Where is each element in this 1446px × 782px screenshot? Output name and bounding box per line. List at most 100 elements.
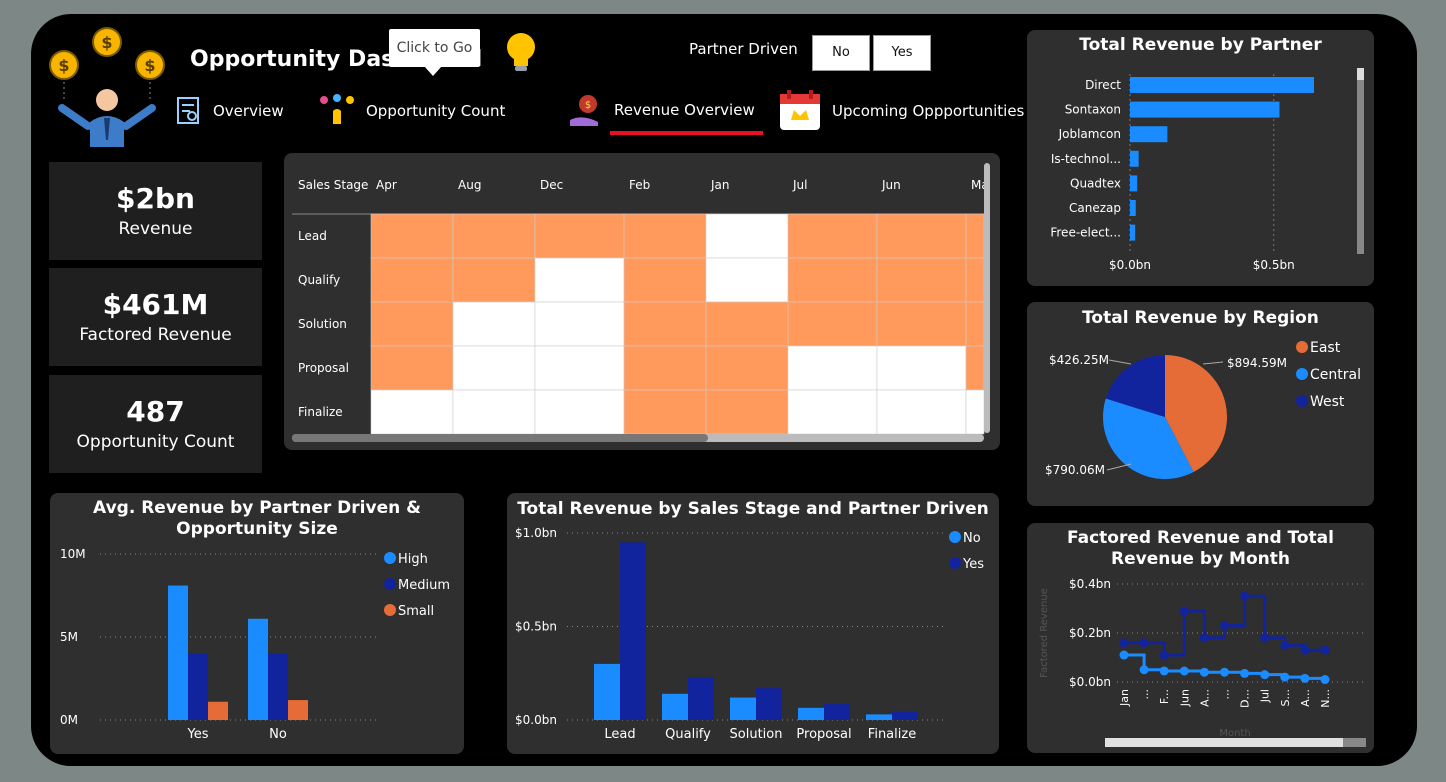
region-leader-line — [1108, 359, 1132, 365]
partner-category-label: Joblamcon — [1058, 127, 1121, 141]
matrix-cell — [705, 301, 789, 347]
monthly-chart: $0.0bn $0.2bn $0.4bn Jan... F... Jun A...... D.… — [1039, 577, 1366, 747]
nav-overview[interactable]: Overview — [175, 96, 284, 126]
partner-driven-label: Partner Driven — [689, 40, 798, 58]
nav-revenue-overview[interactable]: $ Revenue Overview — [568, 92, 755, 128]
matrix-cell — [534, 345, 625, 391]
nav-upcoming-label: Upcoming Oppportunities — [832, 102, 1025, 120]
stage-category-label: Solution — [730, 727, 783, 742]
month-y-tick: $0.2bn — [1069, 626, 1111, 640]
month-data-point — [1240, 591, 1250, 601]
tooltip-arrow — [424, 66, 442, 76]
svg-text:$: $ — [58, 56, 69, 75]
nav-upcoming[interactable]: Upcoming Oppportunities — [778, 90, 1024, 132]
tooltip: Click to Go — [389, 29, 480, 67]
stage-bar — [892, 711, 918, 720]
lightbulb-icon[interactable] — [503, 30, 539, 74]
partner-bar — [1130, 175, 1138, 192]
month-data-point — [1320, 675, 1330, 685]
avg-legend-marker — [384, 604, 396, 616]
matrix-cell — [452, 301, 536, 347]
month-data-point — [1320, 645, 1330, 655]
month-y-tick: $0.4bn — [1069, 577, 1111, 591]
region-revenue-card: Total Revenue by Region $894.59M $790.06M… — [1027, 302, 1374, 506]
stage-category-label: Lead — [604, 727, 635, 742]
month-data-point — [1179, 666, 1189, 676]
nav-opportunity-count-label: Opportunity Count — [366, 102, 506, 120]
matrix-cell — [534, 389, 625, 435]
month-data-point — [1139, 638, 1149, 648]
matrix-cell — [370, 301, 454, 347]
month-data-point — [1280, 640, 1290, 650]
matrix-cell — [787, 389, 878, 435]
matrix-cell — [965, 213, 985, 259]
month-data-point — [1240, 668, 1250, 678]
nav-revenue-overview-label: Revenue Overview — [614, 101, 755, 119]
month-x-tick: Jun — [1178, 689, 1191, 707]
matrix-cell — [965, 257, 985, 303]
month-x-tick: S... — [1279, 689, 1292, 706]
month-data-point — [1280, 672, 1290, 682]
region-value-label: $894.59M — [1227, 356, 1287, 370]
matrix-cell — [705, 213, 789, 259]
month-data-point — [1159, 666, 1169, 676]
avg-category-label: Yes — [187, 727, 209, 742]
matrix-column-header: Jul — [792, 178, 807, 192]
matrix-cell — [452, 257, 536, 303]
matrix-cell — [787, 213, 878, 259]
region-leader-line — [1202, 361, 1224, 365]
matrix-cell — [965, 301, 985, 347]
avg-bar — [208, 701, 228, 720]
partner-scrollbar-thumb — [1357, 68, 1364, 80]
matrix-cell — [705, 345, 789, 391]
stage-bar — [866, 714, 892, 720]
stage-legend-label: Yes — [962, 557, 984, 572]
matrix-cell — [452, 213, 536, 259]
kpi-revenue: $2bn Revenue — [49, 162, 262, 260]
region-value-label: $426.25M — [1049, 353, 1109, 367]
month-y-tick: $0.0bn — [1069, 675, 1111, 689]
nav-opportunity-count[interactable]: Opportunity Count — [318, 94, 505, 128]
calendar-icon — [780, 90, 820, 130]
month-data-point — [1199, 667, 1209, 677]
matrix-cell — [876, 213, 967, 259]
month-x-tick: F... — [1158, 689, 1171, 704]
filter-yes-button[interactable]: Yes — [873, 35, 931, 71]
matrix-row-label: Proposal — [298, 361, 349, 375]
matrix-cell — [623, 389, 707, 435]
matrix-column-header: Feb — [629, 178, 650, 192]
matrix-row-label: Solution — [298, 317, 347, 331]
region-legend-marker — [1296, 341, 1308, 353]
region-chart: $894.59M $790.06M $426.25M East Central West — [1045, 340, 1361, 479]
month-data-point — [1220, 667, 1229, 677]
avg-y-tick: 10M — [60, 547, 86, 561]
partner-revenue-card: Total Revenue by Partner Direct Sontaxon J… — [1027, 30, 1374, 286]
partner-bar — [1130, 150, 1139, 167]
matrix-column-header: Jan — [710, 178, 730, 192]
matrix-cell — [965, 389, 985, 435]
partner-chart: Direct Sontaxon Joblamcon Is-technol... Quad… — [1050, 68, 1364, 272]
partner-bar — [1130, 126, 1168, 143]
logo-icon: $ $ $ — [49, 27, 165, 147]
avg-revenue-card: Avg. Revenue by Partner Driven & Opportu… — [50, 493, 464, 754]
matrix-cell — [705, 389, 789, 435]
month-data-point — [1260, 633, 1270, 643]
stage-category-label: Finalize — [868, 727, 916, 742]
month-y-axis-title: Factored Revenue — [1039, 588, 1050, 678]
month-data-point — [1220, 621, 1229, 631]
month-x-tick: Jul — [1259, 689, 1272, 703]
matrix-cell — [787, 301, 878, 347]
partner-bar — [1130, 101, 1280, 118]
avg-legend-label: Medium — [398, 578, 450, 593]
matrix-cell — [623, 345, 707, 391]
matrix-cell — [876, 345, 967, 391]
region-leader-line — [1106, 463, 1132, 471]
matrix-cell — [787, 257, 878, 303]
month-data-point — [1179, 606, 1189, 616]
matrix-cell — [876, 301, 967, 347]
matrix-cell — [876, 257, 967, 303]
filter-no-button[interactable]: No — [812, 35, 870, 71]
stage-y-tick: $0.5bn — [515, 620, 557, 634]
month-scrollbar-thumb — [1105, 738, 1343, 747]
region-value-label: $790.06M — [1045, 463, 1105, 477]
